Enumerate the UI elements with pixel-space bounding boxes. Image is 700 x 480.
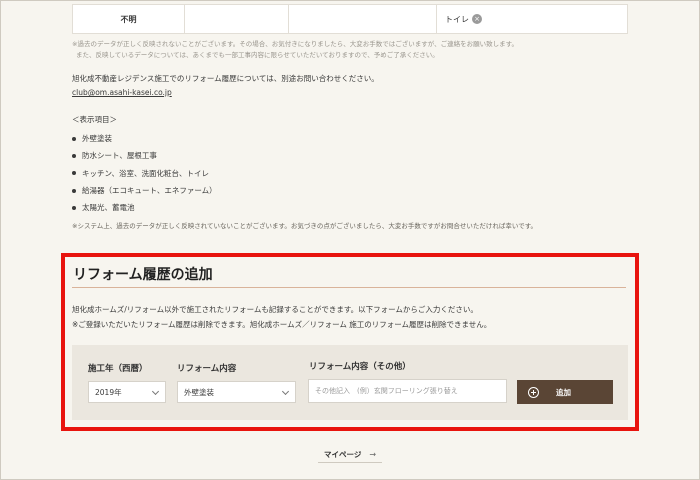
- bullet-icon: [72, 136, 76, 141]
- add-button-label: 追加: [556, 387, 571, 397]
- history-table-row: 不明 トイレ ×: [72, 4, 628, 34]
- chevron-down-icon: [151, 387, 160, 396]
- content-select-value: 外壁塗装: [184, 387, 214, 397]
- list-item: 給湯器（エコキュート、エネファーム）: [72, 182, 217, 199]
- list-item: 太陽光、蓄電池: [72, 199, 217, 216]
- arrow-right-icon: →: [369, 449, 377, 459]
- bullet-icon: [72, 171, 76, 176]
- plus-circle-icon: [528, 386, 539, 398]
- list-item: キッチン、浴室、洗面化粧台、トイレ: [72, 165, 217, 182]
- other-content-input[interactable]: [308, 379, 507, 403]
- year-select-value: 2019年: [95, 387, 122, 397]
- year-label: 施工年（西暦）: [88, 364, 148, 374]
- inquiry-text: 旭化成不動産レジデンス施工でのリフォーム履歴については、別途お問い合わせください…: [72, 74, 379, 83]
- remove-tag-icon[interactable]: ×: [472, 14, 482, 24]
- email-link[interactable]: club@om.asahi-kasei.co.jp: [72, 88, 172, 97]
- item-tag-label: トイレ: [445, 14, 469, 24]
- section-description-2: ※ご登録いただいたリフォーム履歴は削除できます。旭化成ホームズ／リフォーム 施工…: [72, 320, 492, 329]
- section-divider: [72, 287, 626, 288]
- add-button[interactable]: 追加: [517, 380, 613, 404]
- data-note-2: また、反映しているデータについては、あくまでも一部工事内容に限らせていただいてお…: [76, 51, 439, 59]
- section-title: リフォーム履歴の追加: [73, 267, 213, 283]
- year-select[interactable]: 2019年: [88, 381, 166, 403]
- display-items-heading: ＜表示項目＞: [72, 115, 117, 124]
- content-label: リフォーム内容: [177, 364, 237, 374]
- system-note: ※システム上、過去のデータが正しく反映されていないことがございます。お気づきの点…: [72, 222, 538, 230]
- mypage-link[interactable]: マイページ →: [318, 446, 382, 463]
- chevron-down-icon: [281, 387, 290, 396]
- history-year-cell: 不明: [73, 5, 185, 33]
- other-content-label: リフォーム内容（その他）: [309, 362, 411, 372]
- section-description-1: 旭化成ホームズ/リフォーム以外で施工されたリフォームも記録することができます。以…: [72, 305, 478, 314]
- display-items-list: 外壁塗装 防水シート、屋根工事 キッチン、浴室、洗面化粧台、トイレ 給湯器（エコ…: [72, 130, 217, 216]
- history-cell-3: [289, 5, 437, 33]
- bullet-icon: [72, 153, 76, 158]
- list-item: 防水シート、屋根工事: [72, 147, 217, 164]
- bullet-icon: [72, 188, 76, 193]
- mypage-link-label: マイページ: [323, 449, 362, 459]
- bullet-icon: [72, 205, 76, 210]
- content-select[interactable]: 外壁塗装: [177, 381, 296, 403]
- history-cell-2: [185, 5, 289, 33]
- history-item-cell: トイレ ×: [437, 5, 627, 33]
- list-item: 外壁塗装: [72, 130, 217, 147]
